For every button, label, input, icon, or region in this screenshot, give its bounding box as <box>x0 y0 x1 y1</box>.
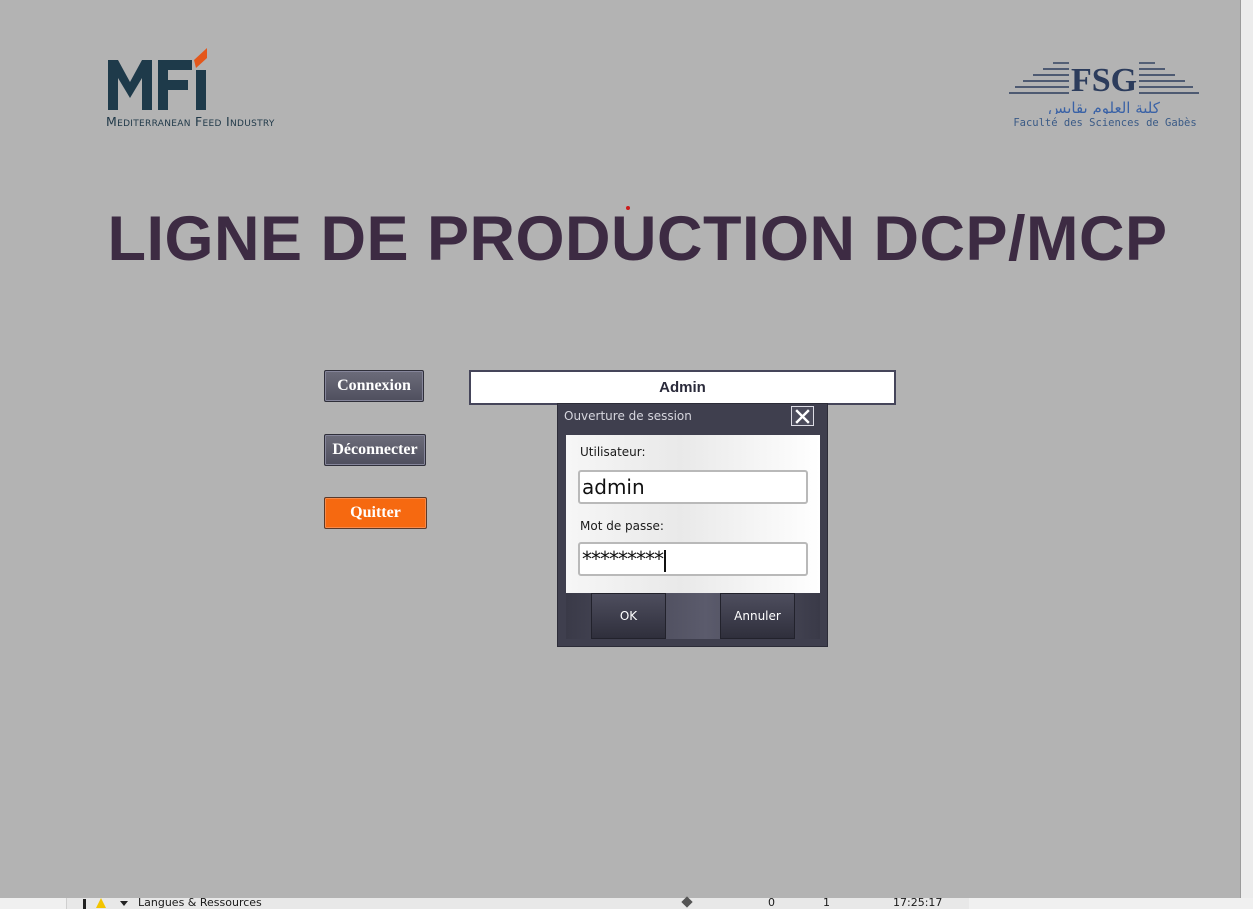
indicator-dot <box>626 206 630 210</box>
mfi-logo-mark <box>108 48 207 110</box>
login-dialog-footer: OK Annuler <box>566 593 820 639</box>
username-value: admin <box>582 475 645 499</box>
svg-text:FSG: FSG <box>1071 62 1137 99</box>
close-button[interactable] <box>791 406 814 426</box>
login-dialog-body: Utilisateur: admin Mot de passe: *******… <box>566 435 820 593</box>
mfi-logo-subtitle: Mediterranean Feed Industry <box>106 114 275 129</box>
warning-icon <box>96 898 106 908</box>
status-time: 17:25:17 <box>893 896 943 909</box>
login-dialog: Ouverture de session Utilisateur: admin … <box>557 403 828 647</box>
connexion-button[interactable]: Connexion <box>324 370 424 402</box>
close-icon <box>795 408 810 424</box>
cancel-button[interactable]: Annuler <box>720 593 795 639</box>
login-dialog-title: Ouverture de session <box>564 409 692 423</box>
status-count-a: 0 <box>768 896 775 909</box>
chevron-down-icon[interactable] <box>120 901 128 906</box>
username-input[interactable]: admin <box>578 470 808 504</box>
password-value: ********* <box>582 547 664 571</box>
fsg-logo: FSG كلية العلوم بقابس Faculté des Scienc… <box>1005 58 1205 132</box>
fsg-logo-caption: Faculté des Sciences de Gabès <box>1013 117 1197 129</box>
page-title: LIGNE DE PRODUCTION DCP/MCP <box>107 204 1168 274</box>
svg-text:كلية العلوم بقابس: كلية العلوم بقابس <box>1048 99 1161 114</box>
status-count-b: 1 <box>823 896 830 909</box>
mfi-logo: Mediterranean Feed Industry <box>106 46 346 132</box>
background-status-bar: Langues & Ressources 0 1 17:25:17 <box>0 896 1253 910</box>
text-cursor <box>664 549 666 572</box>
quitter-button[interactable]: Quitter <box>324 497 427 529</box>
ok-button[interactable]: OK <box>591 593 666 639</box>
divider <box>83 899 86 909</box>
hmi-screen: Mediterranean Feed Industry FSG كلية الع… <box>0 0 1241 898</box>
password-label: Mot de passe: <box>580 519 664 533</box>
status-bar-label[interactable]: Langues & Ressources <box>138 896 262 910</box>
password-input[interactable]: ********* <box>578 542 808 576</box>
fsg-logo-mark: FSG كلية العلوم بقابس <box>1009 62 1199 117</box>
deconnecter-button[interactable]: Déconnecter <box>324 434 426 466</box>
username-label: Utilisateur: <box>580 445 646 459</box>
window-edge <box>1241 0 1253 898</box>
current-user-field: Admin <box>469 370 896 405</box>
